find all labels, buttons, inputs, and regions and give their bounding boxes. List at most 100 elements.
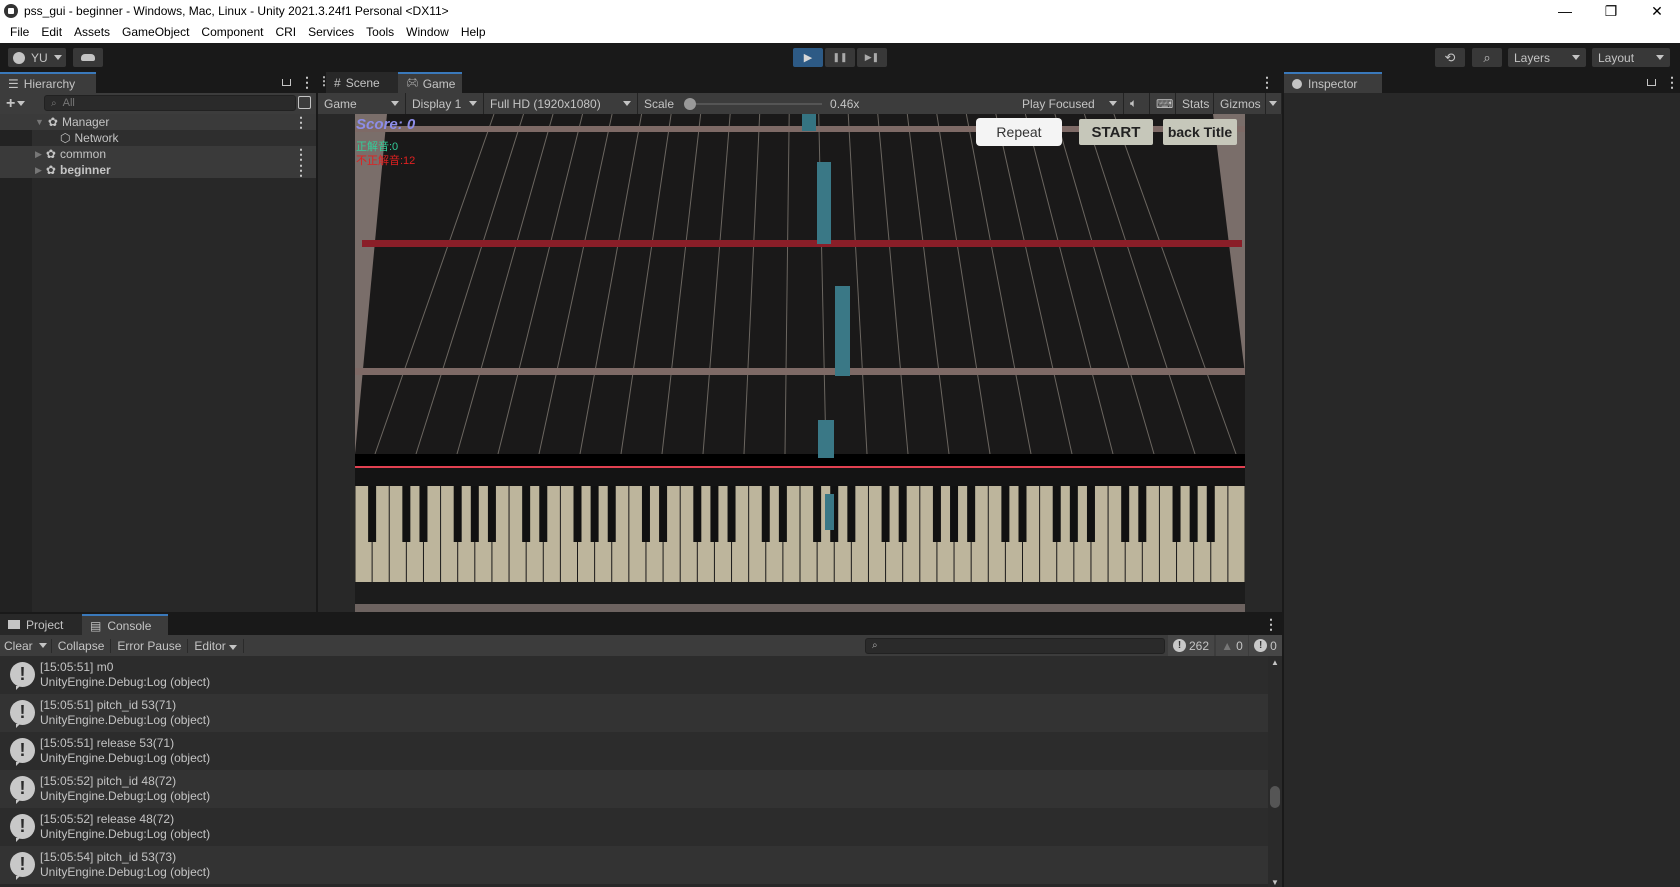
log-entry[interactable]: ! [15:05:52] release 48(72) UnityEngine.De… bbox=[0, 808, 1268, 846]
stats-button[interactable]: Stats bbox=[1176, 93, 1214, 114]
lock-icon[interactable] bbox=[282, 79, 291, 86]
black-key bbox=[693, 486, 702, 542]
back-title-button[interactable]: back Title bbox=[1163, 119, 1237, 145]
gizmos-dropdown[interactable] bbox=[1266, 93, 1282, 114]
history-button[interactable]: ⟲ bbox=[1435, 48, 1465, 67]
scrollbar-thumb[interactable] bbox=[1270, 786, 1280, 808]
mode-dropdown[interactable]: Game bbox=[318, 93, 406, 114]
item-menu-icon[interactable]: ⋮ bbox=[294, 114, 308, 131]
menu-component[interactable]: Component bbox=[195, 22, 269, 43]
history-icon: ⟲ bbox=[1444, 49, 1456, 65]
log-entry[interactable]: ! [15:05:51] m0 UnityEngine.Debug:Log (obj… bbox=[0, 656, 1268, 694]
warning-count: 0 bbox=[1236, 638, 1243, 653]
menu-window[interactable]: Window bbox=[400, 22, 455, 43]
search-button[interactable]: ⌕ bbox=[1472, 48, 1502, 67]
log-entry[interactable]: ! [15:05:51] pitch_id 53(71) UnityEngine.D… bbox=[0, 694, 1268, 732]
clear-options-dropdown[interactable] bbox=[38, 643, 47, 648]
menu-edit[interactable]: Edit bbox=[35, 22, 68, 43]
account-icon bbox=[13, 51, 25, 64]
log-entry[interactable]: ! [15:05:51] release 53(71) UnityEngine.De… bbox=[0, 732, 1268, 770]
menu-tools[interactable]: Tools bbox=[360, 22, 400, 43]
gizmos-button[interactable]: Gizmos bbox=[1214, 93, 1266, 114]
console-menu-icon[interactable]: ⋮ bbox=[1264, 616, 1278, 633]
layout-dropdown[interactable]: Layout bbox=[1592, 48, 1670, 67]
item-menu-icon[interactable]: ⋮ bbox=[294, 162, 308, 179]
hierarchy-search-input[interactable]: ⌕ All bbox=[44, 95, 296, 111]
lane-line bbox=[415, 114, 524, 455]
tab-console[interactable]: ▤ Console bbox=[82, 614, 168, 635]
collapse-button[interactable]: Collapse bbox=[50, 638, 111, 653]
menu-file[interactable]: File bbox=[4, 22, 35, 43]
note-block bbox=[817, 162, 831, 244]
lane-line bbox=[995, 114, 1073, 455]
scale-slider[interactable]: Scale 0.46x bbox=[638, 93, 1026, 114]
scroll-down-arrow-icon[interactable]: ▼ bbox=[1271, 878, 1279, 887]
scroll-up-arrow-icon[interactable]: ▲ bbox=[1271, 658, 1279, 667]
search-icon: ⌕ bbox=[1483, 49, 1491, 65]
resolution-dropdown[interactable]: Full HD (1920x1080) bbox=[484, 93, 638, 114]
console-scrollbar[interactable]: ▲ ▼ bbox=[1268, 656, 1282, 887]
add-dropdown-icon[interactable] bbox=[17, 101, 26, 106]
log-entry[interactable]: ! [15:05:52] pitch_id 48(72) UnityEngine.D… bbox=[0, 770, 1268, 808]
game-panel-menu-icon[interactable]: ⋮ bbox=[1260, 74, 1274, 91]
beat-line-red bbox=[362, 240, 1242, 247]
play-button[interactable]: ▶ bbox=[793, 48, 823, 67]
display-dropdown[interactable]: Display 1 bbox=[406, 93, 484, 114]
tab-hierarchy[interactable]: ☰ Hierarchy bbox=[0, 72, 96, 93]
tab-game[interactable]: 🎮︎ Game bbox=[398, 72, 462, 93]
game-canvas[interactable]: Score: 0 正解音:0 不正解音:12 Repeat START back… bbox=[355, 114, 1245, 612]
tab-scene[interactable]: # Scene bbox=[326, 72, 398, 93]
menu-cri[interactable]: CRI bbox=[269, 22, 302, 43]
tab-project[interactable]: Project bbox=[0, 614, 82, 635]
log-entry[interactable]: ! [15:05:54] pitch_id 53(73) UnityEngine.D… bbox=[0, 846, 1268, 884]
black-key bbox=[950, 486, 959, 542]
search-icon: ⌕ bbox=[51, 97, 57, 109]
step-button[interactable]: ▶❚ bbox=[857, 48, 887, 67]
hierarchy-item-manager[interactable]: ▼ ✿ Manager ⋮ bbox=[0, 114, 316, 130]
expand-arrow-icon[interactable]: ▶ bbox=[35, 149, 42, 160]
repeat-button[interactable]: Repeat bbox=[976, 118, 1062, 146]
item-menu-icon[interactable]: ⋮ bbox=[294, 146, 308, 163]
black-key bbox=[659, 486, 668, 542]
log-count: 262 bbox=[1188, 638, 1210, 653]
minimize-button[interactable]: — bbox=[1542, 0, 1588, 22]
menu-assets[interactable]: Assets bbox=[68, 22, 116, 43]
menu-services[interactable]: Services bbox=[302, 22, 360, 43]
hierarchy-item-beginner[interactable]: ▶ ✿ beginner ⋮ bbox=[0, 162, 316, 178]
gamepad-icon: 🎮︎ bbox=[406, 78, 419, 89]
log-count-toggle[interactable]: ! 262 bbox=[1168, 635, 1214, 656]
warning-count-toggle[interactable]: ▲ 0 bbox=[1216, 635, 1248, 656]
black-key bbox=[710, 486, 719, 542]
incorrect-count-label: 不正解音:12 bbox=[356, 155, 416, 167]
start-button[interactable]: START bbox=[1079, 119, 1153, 145]
expand-arrow-icon[interactable]: ▼ bbox=[35, 117, 44, 127]
expand-arrow-icon[interactable]: ▶ bbox=[35, 165, 42, 176]
cloud-button[interactable] bbox=[73, 48, 103, 67]
black-key bbox=[607, 486, 616, 542]
hierarchy-menu-icon[interactable]: ⋮ bbox=[300, 74, 314, 91]
editor-dropdown[interactable]: Editor bbox=[187, 638, 244, 653]
scale-slider-track[interactable] bbox=[684, 97, 823, 110]
scale-slider-thumb[interactable] bbox=[684, 97, 697, 110]
hierarchy-item-network[interactable]: ⬡ Network bbox=[32, 130, 316, 146]
error-pause-button[interactable]: Error Pause bbox=[110, 638, 187, 653]
layers-dropdown[interactable]: Layers bbox=[1508, 48, 1586, 67]
clear-button[interactable]: Clear bbox=[0, 639, 37, 653]
tab-inspector[interactable]: Inspector bbox=[1284, 72, 1382, 93]
menu-gameobject[interactable]: GameObject bbox=[116, 22, 195, 43]
restore-button[interactable]: ❐ bbox=[1588, 0, 1634, 22]
scene-view-icon[interactable] bbox=[298, 96, 311, 109]
pause-button[interactable]: ❚❚ bbox=[825, 48, 855, 67]
lock-icon[interactable] bbox=[1647, 79, 1656, 86]
console-search-input[interactable]: ⌕ bbox=[865, 638, 1165, 654]
menu-help[interactable]: Help bbox=[455, 22, 492, 43]
hierarchy-item-common[interactable]: ▶ ✿ common ⋮ bbox=[0, 146, 316, 162]
play-focused-dropdown[interactable]: Play Focused bbox=[1016, 93, 1124, 114]
close-button[interactable]: ✕ bbox=[1634, 0, 1680, 22]
mute-audio-button[interactable]: 🔈︎ bbox=[1124, 93, 1150, 114]
account-dropdown[interactable]: YU bbox=[8, 48, 66, 67]
inspector-menu-icon[interactable]: ⋮ bbox=[1665, 74, 1679, 91]
error-count-toggle[interactable]: ! 0 bbox=[1249, 635, 1282, 656]
add-button[interactable]: + bbox=[6, 95, 15, 113]
shortcuts-button[interactable]: ⌨︎ bbox=[1150, 93, 1176, 114]
